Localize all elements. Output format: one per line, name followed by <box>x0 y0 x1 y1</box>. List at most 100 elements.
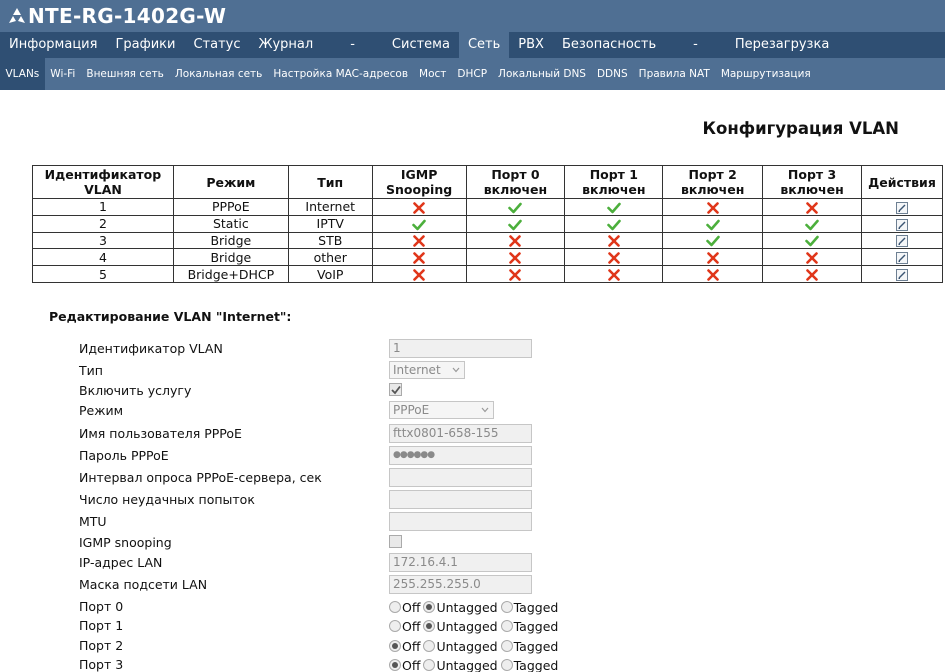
cell-p0 <box>465 231 566 250</box>
main-nav-item[interactable]: Перезагрузка <box>726 32 838 58</box>
main-nav-item[interactable]: Журнал <box>249 32 322 58</box>
row-mtu: MTU <box>79 512 639 532</box>
lan-ip-label: IP-адрес LAN <box>79 555 163 570</box>
cell-igmp <box>371 265 467 283</box>
cross-icon <box>508 252 522 265</box>
main-nav-item[interactable]: - <box>322 32 383 58</box>
edit-icon[interactable] <box>895 269 908 282</box>
type-select[interactable]: Internet <box>389 361 465 379</box>
pppoe-interval-input[interactable] <box>389 468 532 487</box>
sub-nav-item[interactable]: Локальный DNS <box>493 58 592 90</box>
row-mode: Режим PPPoE <box>79 401 639 421</box>
sub-nav-item[interactable]: DHCP <box>452 58 493 90</box>
cell-igmp <box>371 248 467 267</box>
cell-p1 <box>564 248 664 267</box>
edit-icon[interactable] <box>895 218 908 231</box>
main-nav-item[interactable]: Система <box>383 32 459 58</box>
main-nav-item[interactable]: Статус <box>184 32 249 58</box>
sub-nav-item[interactable]: Маршрутизация <box>715 58 816 90</box>
row-port: Порт 2 Off Untagged Tagged <box>79 636 639 656</box>
cross-icon <box>412 202 426 214</box>
main-nav-item[interactable]: Информация <box>0 32 106 58</box>
radio-untagged[interactable] <box>423 640 436 652</box>
cross-icon <box>805 202 819 214</box>
table-row: 1 PPPoE Internet <box>32 198 944 216</box>
edit-icon[interactable] <box>895 235 908 248</box>
sub-nav-item[interactable]: Настройка MAC-адресов <box>268 58 414 90</box>
vlan-id-label: Идентификатор VLAN <box>79 341 223 356</box>
sub-nav-item[interactable]: Wi-Fi <box>45 58 81 90</box>
type-label: Тип <box>79 363 103 378</box>
main-nav-item[interactable]: Сеть <box>458 32 510 58</box>
main-nav-item[interactable]: - <box>665 32 726 58</box>
lan-ip-input[interactable]: 172.16.4.1 <box>389 553 532 572</box>
cell-p2 <box>662 231 764 250</box>
radio-untagged[interactable] <box>423 620 436 632</box>
column-header: Режим <box>172 165 289 199</box>
main-nav: Информация Графики Статус Журнал - Система Сет… <box>0 32 945 58</box>
cross-icon <box>508 235 522 248</box>
check-icon <box>508 202 523 214</box>
edit-icon[interactable] <box>895 252 908 265</box>
vlan-id-input[interactable]: 1 <box>389 339 532 358</box>
cross-icon <box>607 269 621 281</box>
main-nav-item[interactable]: Безопасность <box>553 32 665 58</box>
sub-nav-item[interactable]: Внешняя сеть <box>81 58 170 90</box>
cell-p2 <box>662 265 764 283</box>
cell-p1 <box>564 214 664 233</box>
main-nav-item[interactable]: Графики <box>106 32 184 58</box>
cell-p3 <box>762 198 862 216</box>
radio-off[interactable] <box>389 620 401 632</box>
cell-actions <box>860 198 944 216</box>
radio-untagged[interactable] <box>423 659 436 671</box>
row-igmp: IGMP snooping <box>79 533 639 553</box>
lan-mask-input[interactable]: 255.255.255.0 <box>389 575 532 594</box>
edit-icon[interactable] <box>895 201 908 214</box>
radio-tagged[interactable] <box>500 659 513 671</box>
row-lan-mask: Маска подсети LAN 255.255.255.0 <box>79 575 639 595</box>
cell-p3 <box>762 248 862 267</box>
port-radio-group: Off Untagged Tagged <box>389 655 561 672</box>
table-row: 2 Static IPTV <box>32 214 944 233</box>
radio-tagged[interactable] <box>500 620 513 632</box>
table-row: 4 Bridge other <box>32 248 944 267</box>
sub-nav-item[interactable]: VLANs <box>0 58 45 90</box>
sub-nav-item[interactable]: Правила NAT <box>633 58 715 90</box>
radio-tagged[interactable] <box>500 601 513 613</box>
radio-untagged[interactable] <box>423 601 436 613</box>
pppoe-user-input[interactable]: fttx0801-658-155 <box>389 424 532 443</box>
cell-igmp <box>371 198 467 216</box>
radio-tagged[interactable] <box>500 640 513 652</box>
enable-checkbox[interactable] <box>389 383 402 396</box>
sub-nav-item[interactable]: Мост <box>414 58 452 90</box>
radio-off[interactable] <box>389 659 401 671</box>
cell-p1 <box>564 198 664 216</box>
main-nav-item[interactable]: PBX <box>509 32 553 58</box>
cell-id: 5 <box>32 265 174 283</box>
cell-p0 <box>465 198 566 216</box>
cell-type: VoIP <box>287 265 373 283</box>
radio-untagged-label: Untagged <box>436 599 498 615</box>
radio-off[interactable] <box>389 601 401 613</box>
mtu-input[interactable] <box>389 512 532 531</box>
cell-igmp <box>371 231 467 250</box>
row-port: Порт 0 Off Untagged Tagged <box>79 597 639 617</box>
check-icon <box>705 219 720 231</box>
radio-off[interactable] <box>389 640 401 652</box>
mode-label: Режим <box>79 403 124 418</box>
cell-p2 <box>662 248 764 267</box>
column-header: IGMP Snooping <box>371 165 467 199</box>
sub-nav-item[interactable]: DDNS <box>591 58 633 90</box>
mode-select[interactable]: PPPoE <box>389 401 494 419</box>
fail-count-input[interactable] <box>389 490 532 509</box>
pppoe-pass-input[interactable]: ●●●●●● <box>389 446 532 465</box>
column-header: Идентификатор VLAN <box>32 165 174 199</box>
igmp-checkbox[interactable] <box>389 535 402 548</box>
radio-untagged-label: Untagged <box>436 638 498 654</box>
cell-igmp <box>371 214 467 233</box>
sub-nav-item[interactable]: Локальная сеть <box>169 58 268 90</box>
cell-mode: Bridge <box>172 231 289 250</box>
radio-tagged-label: Tagged <box>513 638 559 654</box>
cell-id: 4 <box>32 248 174 267</box>
lan-mask-label: Маска подсети LAN <box>79 577 208 592</box>
